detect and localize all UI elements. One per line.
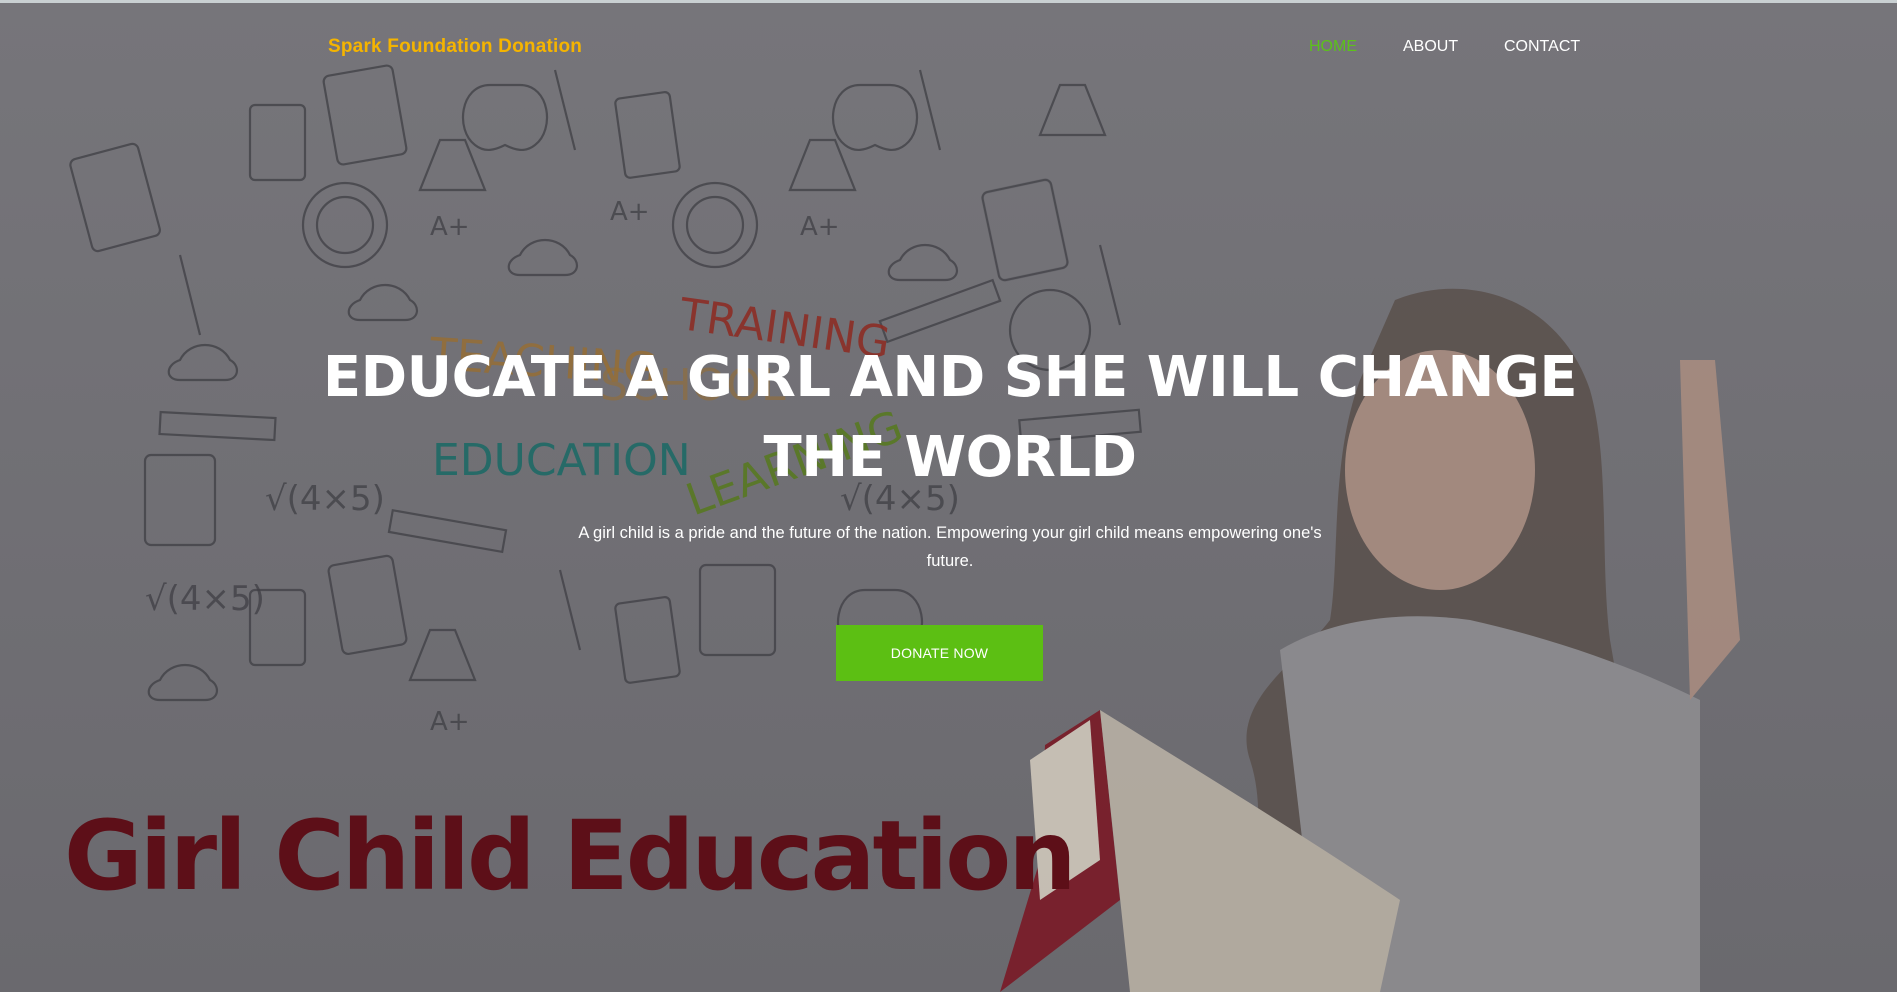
girl-child-education-caption: Girl Child Education (64, 800, 1077, 912)
hero-title: EDUCATE A GIRL AND SHE WILL CHANGE THE W… (322, 345, 1578, 490)
svg-text:A+: A+ (430, 707, 470, 737)
nav-home[interactable]: HOME (1309, 38, 1357, 56)
svg-text:A+: A+ (610, 197, 650, 227)
nav-contact[interactable]: CONTACT (1504, 38, 1580, 56)
hero-subtitle: A girl child is a pride and the future o… (578, 524, 1322, 570)
main-nav: HOME ABOUT CONTACT (1300, 38, 1600, 58)
brand-logo[interactable]: Spark Foundation Donation (328, 36, 582, 58)
donate-now-button[interactable]: DONATE NOW (836, 625, 1043, 681)
svg-text:√(4×5): √(4×5) (145, 579, 265, 619)
svg-text:A+: A+ (800, 212, 840, 242)
svg-text:A+: A+ (430, 212, 470, 242)
nav-about[interactable]: ABOUT (1403, 38, 1458, 56)
page: √(4×5) √(4×5) √(4×5) A+ A+ A+ A+ TEACHIN… (0, 0, 1897, 992)
